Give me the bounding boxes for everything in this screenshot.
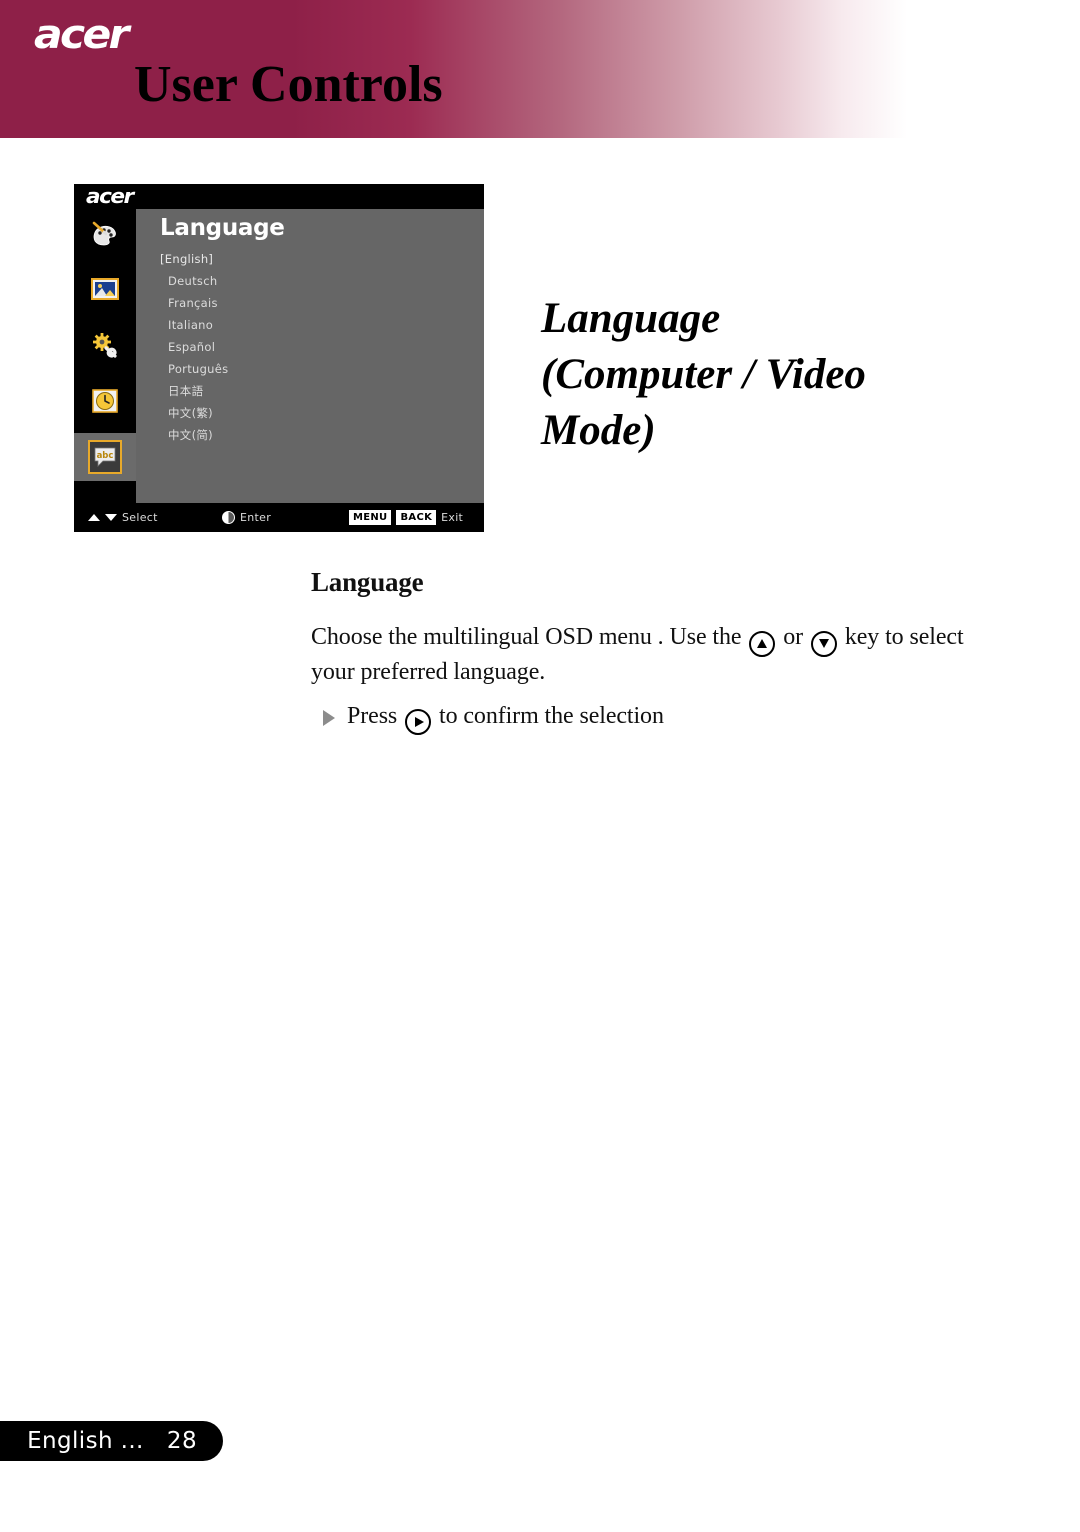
osd-titlebar: acer (74, 184, 484, 209)
arrow-down-key-icon (810, 630, 837, 657)
osd-menu-title: Language (160, 215, 285, 241)
osd-sidebar: abc (74, 209, 136, 503)
osd-language-option[interactable]: 中文(繁) (160, 402, 460, 424)
arrow-down-icon (105, 514, 117, 521)
article-bullet-part-1: Press (347, 702, 398, 729)
bullet-triangle-icon (323, 709, 335, 726)
gear-wrench-icon (90, 330, 120, 360)
arrow-right-key-icon (405, 708, 432, 735)
article-body: Language Choose the multilingual OSD men… (311, 566, 1011, 735)
osd-sidebar-item-language[interactable]: abc (74, 433, 136, 481)
osd-sidebar-item-color[interactable] (74, 209, 136, 257)
section-heading-line-1: Language (541, 295, 721, 342)
section-heading: Language (Computer / Video Mode) (541, 291, 1001, 459)
article-paragraph: Choose the multilingual OSD menu . Use t… (311, 622, 1011, 687)
article-paragraph-part-2: or (783, 624, 804, 650)
osd-language-option[interactable]: Português (160, 358, 460, 380)
osd-hint-select-label: Select (122, 511, 158, 524)
language-abc-icon: abc (88, 440, 122, 474)
arrow-up-key-icon (749, 630, 776, 657)
osd-language-option[interactable]: Italiano (160, 314, 460, 336)
osd-hint-enter-label: Enter (240, 511, 272, 524)
osd-language-option[interactable]: [English] (160, 248, 460, 270)
page-title: User Controls (134, 56, 443, 113)
menu-key-badge: MENU (349, 510, 392, 525)
osd-acer-logo: acer (86, 184, 134, 208)
section-heading-line-2: (Computer / Video (541, 351, 866, 398)
footer-language-label: English ... (27, 1428, 144, 1454)
osd-language-option[interactable]: 中文(简) (160, 424, 460, 446)
arrow-up-icon (88, 514, 100, 521)
back-key-badge: BACK (396, 510, 437, 525)
article-bullet-text: Press to confirm the selection (347, 701, 664, 735)
footer-text: English ... 28 (27, 1428, 197, 1454)
article-title: Language (311, 567, 424, 597)
osd-hint-exit: MENU BACK Exit (349, 503, 463, 532)
osd-content-panel: Language [English] Deutsch Français Ital… (136, 209, 484, 503)
osd-language-option[interactable]: Deutsch (160, 270, 460, 292)
osd-language-option[interactable]: 日本語 (160, 380, 460, 402)
article-bullet-part-2: to confirm the selection (439, 702, 664, 729)
footer-page-number: 28 (166, 1428, 197, 1454)
osd-sidebar-item-image[interactable] (74, 265, 136, 313)
article-bullet-item: Press to confirm the selection (311, 701, 1011, 735)
osd-hint-enter: Enter (222, 503, 271, 532)
article-paragraph-part-1: Choose the multilingual OSD menu . Use t… (311, 624, 742, 650)
osd-language-list[interactable]: [English] Deutsch Français Italiano Espa… (160, 248, 460, 446)
page-header-band: acer User Controls (0, 0, 1080, 138)
footer-page-indicator: English ... 28 (0, 1421, 223, 1461)
osd-language-option[interactable]: Français (160, 292, 460, 314)
osd-sidebar-item-setting[interactable] (74, 321, 136, 369)
osd-sidebar-item-timer[interactable] (74, 377, 136, 425)
clock-icon (90, 386, 120, 416)
enter-circle-icon (222, 511, 235, 524)
section-heading-line-3: Mode) (541, 407, 656, 454)
svg-text:abc: abc (97, 451, 114, 461)
osd-language-option[interactable]: Español (160, 336, 460, 358)
image-icon (90, 274, 120, 304)
osd-hint-bar: Select Enter MENU BACK Exit (74, 503, 484, 532)
osd-menu-screenshot: acer abc Language [English] Deutsch Fran… (74, 184, 484, 532)
acer-logo: acer (34, 12, 129, 58)
osd-hint-exit-label: Exit (441, 511, 464, 524)
osd-hint-select: Select (88, 503, 158, 532)
color-palette-icon (90, 218, 120, 248)
